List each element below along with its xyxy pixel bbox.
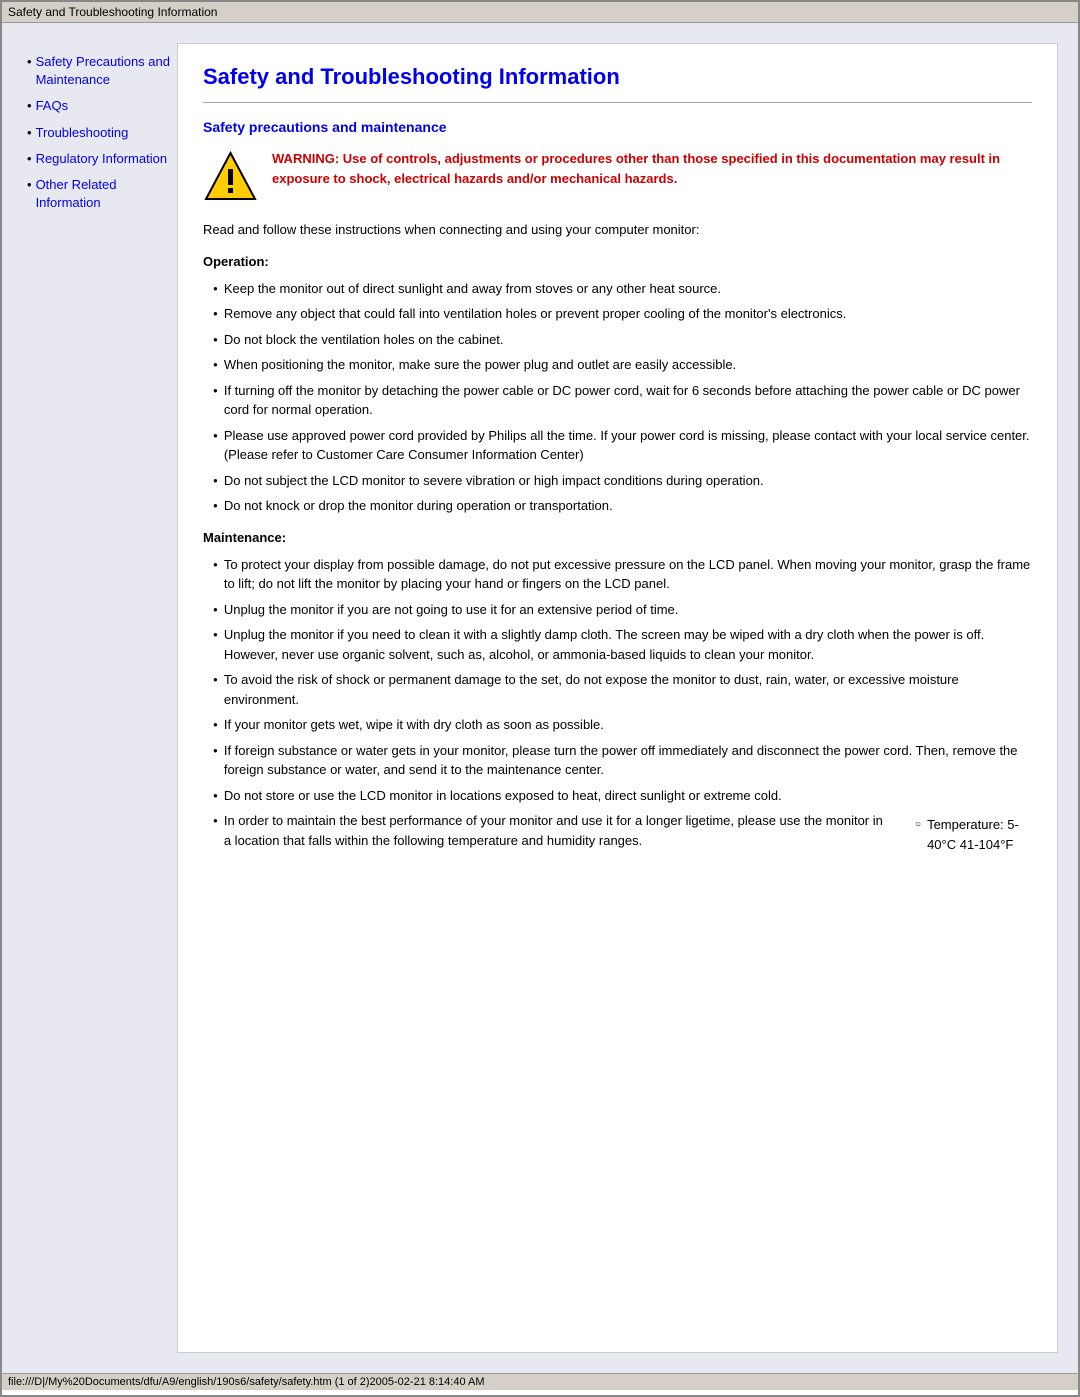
operation-list: Keep the monitor out of direct sunlight … xyxy=(213,279,1032,516)
sidebar-item-regulatory: • Regulatory Information xyxy=(27,150,172,168)
list-item: Do not block the ventilation holes on th… xyxy=(213,330,1032,350)
list-item-text: When positioning the monitor, make sure … xyxy=(224,355,736,375)
browser-window: Safety and Troubleshooting Information •… xyxy=(0,0,1080,1397)
sidebar-bullet-1: • xyxy=(27,53,32,71)
list-item: To avoid the risk of shock or permanent … xyxy=(213,670,1032,709)
divider xyxy=(203,102,1032,103)
section-title: Safety precautions and maintenance xyxy=(203,119,1032,135)
list-item-text: If turning off the monitor by detaching … xyxy=(224,381,1032,420)
list-item-text: Remove any object that could fall into v… xyxy=(224,304,847,324)
sidebar-bullet-2: • xyxy=(27,97,32,115)
sidebar: • Safety Precautions and Maintenance • F… xyxy=(22,43,177,1353)
list-item-text: If foreign substance or water gets in yo… xyxy=(224,741,1032,780)
sidebar-link-troubleshooting[interactable]: Troubleshooting xyxy=(36,124,129,142)
sub-bullet-list: Temperature: 5-40°C 41-104°F xyxy=(915,815,1032,860)
intro-text: Read and follow these instructions when … xyxy=(203,220,1032,240)
list-item-text: Do not knock or drop the monitor during … xyxy=(224,496,613,516)
list-item: Do not store or use the LCD monitor in l… xyxy=(213,786,1032,806)
sidebar-link-other[interactable]: Other Related Information xyxy=(36,176,172,212)
list-item: Unplug the monitor if you need to clean … xyxy=(213,625,1032,664)
list-item-text: Do not block the ventilation holes on th… xyxy=(224,330,504,350)
list-item-text: To protect your display from possible da… xyxy=(224,555,1032,594)
list-item-text: To avoid the risk of shock or permanent … xyxy=(224,670,1032,709)
list-item: If turning off the monitor by detaching … xyxy=(213,381,1032,420)
list-item-text: Do not subject the LCD monitor to severe… xyxy=(224,471,764,491)
content-area: • Safety Precautions and Maintenance • F… xyxy=(2,23,1078,1373)
status-bar-text: file:///D|/My%20Documents/dfu/A9/english… xyxy=(8,1376,485,1388)
title-bar: Safety and Troubleshooting Information xyxy=(2,2,1078,23)
list-item: If foreign substance or water gets in yo… xyxy=(213,741,1032,780)
list-item: Do not subject the LCD monitor to severe… xyxy=(213,471,1032,491)
list-item: Please use approved power cord provided … xyxy=(213,426,1032,465)
list-item-text: In order to maintain the best performanc… xyxy=(224,811,889,850)
warning-icon xyxy=(203,149,258,204)
sub-list-item: Temperature: 5-40°C 41-104°F xyxy=(915,815,1032,854)
warning-triangle-svg xyxy=(203,149,258,204)
sidebar-link-regulatory[interactable]: Regulatory Information xyxy=(36,150,168,168)
list-item-text: If your monitor gets wet, wipe it with d… xyxy=(224,715,604,735)
sub-list-item-text: Temperature: 5-40°C 41-104°F xyxy=(927,815,1032,854)
sidebar-item-other: • Other Related Information xyxy=(27,176,172,212)
status-bar: file:///D|/My%20Documents/dfu/A9/english… xyxy=(2,1373,1078,1390)
list-item-text: Please use approved power cord provided … xyxy=(224,426,1032,465)
maintenance-title: Maintenance: xyxy=(203,530,1032,545)
list-item: In order to maintain the best performanc… xyxy=(213,811,1032,860)
warning-box: WARNING: Use of controls, adjustments or… xyxy=(203,149,1032,204)
sidebar-item-safety: • Safety Precautions and Maintenance xyxy=(27,53,172,89)
sidebar-item-troubleshooting: • Troubleshooting xyxy=(27,124,172,142)
sidebar-nav-list: • Safety Precautions and Maintenance • F… xyxy=(27,53,172,212)
list-item: Do not knock or drop the monitor during … xyxy=(213,496,1032,516)
sidebar-bullet-3: • xyxy=(27,124,32,142)
list-item: Remove any object that could fall into v… xyxy=(213,304,1032,324)
main-content: Safety and Troubleshooting Information S… xyxy=(177,43,1058,1353)
sidebar-bullet-5: • xyxy=(27,176,32,194)
maintenance-list: To protect your display from possible da… xyxy=(213,555,1032,861)
list-item: To protect your display from possible da… xyxy=(213,555,1032,594)
list-item: When positioning the monitor, make sure … xyxy=(213,355,1032,375)
list-item-text: Keep the monitor out of direct sunlight … xyxy=(224,279,721,299)
operation-title: Operation: xyxy=(203,254,1032,269)
page-title: Safety and Troubleshooting Information xyxy=(203,64,1032,90)
sidebar-bullet-4: • xyxy=(27,150,32,168)
warning-text: WARNING: Use of controls, adjustments or… xyxy=(272,149,1032,188)
title-bar-text: Safety and Troubleshooting Information xyxy=(8,5,217,19)
list-item-text: Do not store or use the LCD monitor in l… xyxy=(224,786,782,806)
sidebar-link-faqs[interactable]: FAQs xyxy=(36,97,69,115)
list-item: Unplug the monitor if you are not going … xyxy=(213,600,1032,620)
sidebar-item-faqs: • FAQs xyxy=(27,97,172,115)
list-item-text: Unplug the monitor if you are not going … xyxy=(224,600,679,620)
maintenance-section: Maintenance: To protect your display fro… xyxy=(203,530,1032,861)
sidebar-link-safety[interactable]: Safety Precautions and Maintenance xyxy=(36,53,172,89)
list-item: Keep the monitor out of direct sunlight … xyxy=(213,279,1032,299)
list-item-text: Unplug the monitor if you need to clean … xyxy=(224,625,1032,664)
operation-section: Operation: Keep the monitor out of direc… xyxy=(203,254,1032,516)
list-item: If your monitor gets wet, wipe it with d… xyxy=(213,715,1032,735)
